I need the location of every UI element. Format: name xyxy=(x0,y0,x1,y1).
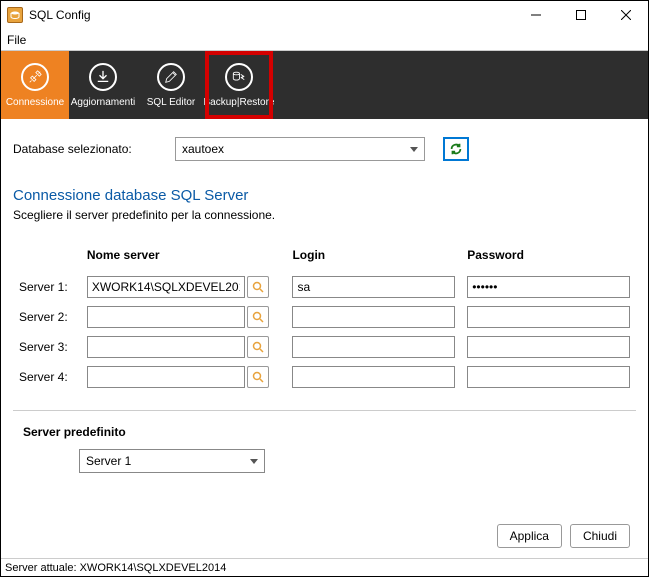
app-icon xyxy=(7,7,23,23)
maximize-button[interactable] xyxy=(558,1,603,29)
toolbar: Connessione Aggiornamenti SQL Editor Bac… xyxy=(1,51,648,119)
server-row-3: Server 3: xyxy=(13,332,636,362)
minimize-button[interactable] xyxy=(513,1,558,29)
tab-label: Backup|Restore xyxy=(204,97,275,108)
close-button-ui[interactable]: Chiudi xyxy=(570,524,630,548)
section-title: Connessione database SQL Server xyxy=(13,187,636,204)
browse-server-button[interactable] xyxy=(247,336,269,358)
database-label: Database selezionato: xyxy=(13,142,163,156)
server-row-4: Server 4: xyxy=(13,362,636,392)
pencil-icon xyxy=(157,63,185,91)
server-4-password-input[interactable] xyxy=(467,366,630,388)
titlebar: SQL Config xyxy=(1,1,648,29)
server-2-password-input[interactable] xyxy=(467,306,630,328)
server-row-1: Server 1: xyxy=(13,272,636,302)
statusbar: Server attuale: XWORK14\SQLXDEVEL2014 xyxy=(1,558,648,576)
search-icon xyxy=(252,341,264,353)
default-server-select[interactable]: Server 1 xyxy=(79,449,265,473)
database-select[interactable]: xautoex xyxy=(175,137,425,161)
column-password: Password xyxy=(461,244,636,272)
database-value: xautoex xyxy=(182,142,224,156)
server-2-name-input[interactable] xyxy=(87,306,245,328)
menubar: File xyxy=(1,29,648,51)
chevron-down-icon xyxy=(250,459,258,464)
server-4-name-input[interactable] xyxy=(87,366,245,388)
section-subtitle: Scegliere il server predefinito per la c… xyxy=(13,208,636,222)
updates-icon xyxy=(89,63,117,91)
tab-label: SQL Editor xyxy=(147,97,196,108)
server-grid: Nome server Login Password Server 1: Ser… xyxy=(1,224,648,392)
refresh-button[interactable] xyxy=(443,137,469,161)
window-controls xyxy=(513,1,648,29)
menu-file[interactable]: File xyxy=(7,33,26,47)
tab-backup-restore[interactable]: Backup|Restore xyxy=(205,51,273,119)
chevron-down-icon xyxy=(410,147,418,152)
status-text: Server attuale: XWORK14\SQLXDEVEL2014 xyxy=(5,562,226,574)
browse-server-button[interactable] xyxy=(247,306,269,328)
server-3-login-input[interactable] xyxy=(292,336,455,358)
tab-label: Connessione xyxy=(6,97,64,108)
server-3-password-input[interactable] xyxy=(467,336,630,358)
close-button[interactable] xyxy=(603,1,648,29)
server-1-password-input[interactable] xyxy=(467,276,630,298)
database-row: Database selezionato: xautoex xyxy=(1,119,648,179)
column-server: Nome server xyxy=(81,244,287,272)
server-2-login-input[interactable] xyxy=(292,306,455,328)
connection-icon xyxy=(21,63,49,91)
search-icon xyxy=(252,371,264,383)
window-title: SQL Config xyxy=(29,8,91,22)
tab-sql-editor[interactable]: SQL Editor xyxy=(137,51,205,119)
server-3-name-input[interactable] xyxy=(87,336,245,358)
row-label: Server 2: xyxy=(13,302,81,332)
refresh-icon xyxy=(449,142,463,156)
apply-button[interactable]: Applica xyxy=(497,524,562,548)
tab-connessione[interactable]: Connessione xyxy=(1,51,69,119)
row-label: Server 4: xyxy=(13,362,81,392)
tab-aggiornamenti[interactable]: Aggiornamenti xyxy=(69,51,137,119)
search-icon xyxy=(252,311,264,323)
server-1-name-input[interactable] xyxy=(87,276,245,298)
default-server-label: Server predefinito xyxy=(1,411,648,445)
row-label: Server 1: xyxy=(13,272,81,302)
search-icon xyxy=(252,281,264,293)
server-row-2: Server 2: xyxy=(13,302,636,332)
browse-server-button[interactable] xyxy=(247,276,269,298)
browse-server-button[interactable] xyxy=(247,366,269,388)
default-server-value: Server 1 xyxy=(86,454,131,468)
server-4-login-input[interactable] xyxy=(292,366,455,388)
tab-label: Aggiornamenti xyxy=(71,97,135,108)
row-label: Server 3: xyxy=(13,332,81,362)
backup-restore-icon xyxy=(225,63,253,91)
footer-buttons: Applica Chiudi xyxy=(479,524,648,548)
section-header: Connessione database SQL Server Sceglier… xyxy=(1,179,648,224)
server-1-login-input[interactable] xyxy=(292,276,455,298)
column-login: Login xyxy=(286,244,461,272)
